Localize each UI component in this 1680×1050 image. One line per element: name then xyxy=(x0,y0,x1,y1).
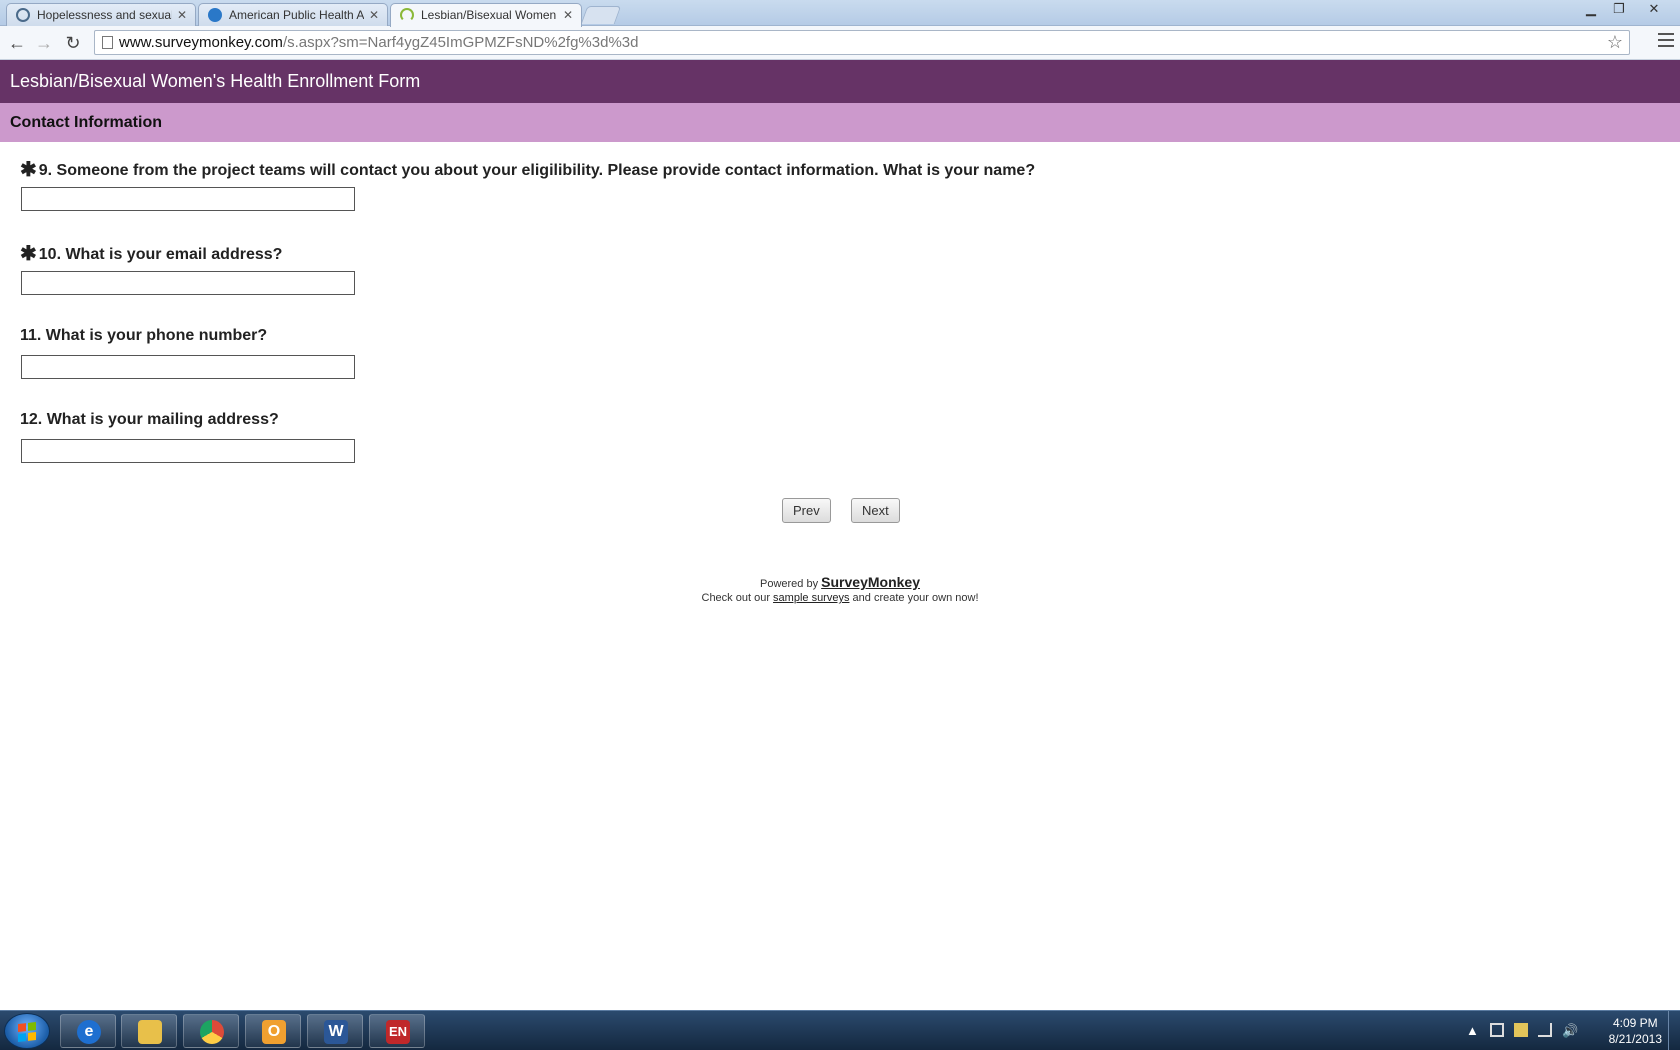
clock-time: 4:09 PM xyxy=(1612,1016,1658,1030)
footer-suffix: and create your own now! xyxy=(852,592,979,604)
site-favicon-icon xyxy=(208,8,222,22)
surveymonkey-favicon-icon xyxy=(400,8,414,22)
surveymonkey-link[interactable]: SurveyMonkey xyxy=(821,574,920,590)
question-text: 9. Someone from the project teams will c… xyxy=(38,162,1036,179)
question-text: 11. What is your phone number? xyxy=(20,327,268,344)
taskbar-outlook[interactable]: O xyxy=(245,1014,301,1048)
sample-surveys-link[interactable]: sample surveys xyxy=(773,592,849,604)
tab-lesbian-bisexual-womens[interactable]: Lesbian/Bisexual Women's ✕ xyxy=(390,3,582,27)
show-hidden-icons-icon[interactable]: ▲ xyxy=(1466,1023,1480,1038)
security-icon[interactable] xyxy=(1514,1023,1528,1037)
taskbar-word[interactable]: W xyxy=(307,1014,363,1048)
next-button[interactable]: Next xyxy=(851,498,900,523)
survey-footer: Powered by SurveyMonkey Check out our sa… xyxy=(0,574,1680,604)
chrome-menu-icon[interactable] xyxy=(1658,33,1674,53)
new-tab-button[interactable] xyxy=(580,6,622,24)
word-icon: W xyxy=(324,1020,348,1044)
volume-icon[interactable]: 🔊 xyxy=(1562,1023,1578,1038)
tab-label: Lesbian/Bisexual Women's xyxy=(421,8,556,22)
windows-taskbar: e O W EN ▲ 🔊 4:09 PM 8/21/2013 xyxy=(0,1010,1680,1050)
endnote-icon: EN xyxy=(386,1020,410,1044)
windows-logo-icon xyxy=(18,1022,36,1042)
network-signal-icon[interactable] xyxy=(1538,1023,1552,1037)
back-arrow-icon[interactable]: ← xyxy=(6,32,28,54)
question-9-label: ✱ 9. Someone from the project teams will … xyxy=(20,156,1035,181)
url-path: /s.aspx?sm=Narf4ygZ45ImGPMZFsND%2fg%3d%3… xyxy=(282,34,639,51)
question-text: 10. What is your email address? xyxy=(38,246,283,263)
tab-hopelessness[interactable]: Hopelessness and sexual r ✕ xyxy=(6,3,196,26)
name-input[interactable] xyxy=(21,187,355,211)
system-tray: ▲ 🔊 xyxy=(1466,1023,1578,1038)
footer-prefix: Check out our xyxy=(701,592,770,604)
powered-by-text: Powered by xyxy=(760,578,819,590)
clock-date: 8/21/2013 xyxy=(1608,1032,1662,1046)
question-text: 12. What is your mailing address? xyxy=(20,411,279,428)
taskbar-file-explorer[interactable] xyxy=(121,1014,177,1048)
chrome-icon xyxy=(200,1020,224,1044)
survey-title: Lesbian/Bisexual Women's Health Enrollme… xyxy=(0,60,1680,103)
phone-input[interactable] xyxy=(21,355,355,379)
page-icon xyxy=(102,36,113,49)
required-asterisk-icon: ✱ xyxy=(20,159,37,181)
internet-explorer-icon: e xyxy=(77,1020,101,1044)
start-button[interactable] xyxy=(4,1013,50,1049)
site-favicon-icon xyxy=(16,8,30,22)
question-10-label: ✱ 10. What is your email address? xyxy=(20,240,282,265)
minimize-icon[interactable]: ▁ xyxy=(1578,0,1604,18)
forward-arrow-icon[interactable]: → xyxy=(33,32,55,54)
section-title: Contact Information xyxy=(0,103,1680,142)
bookmark-star-icon[interactable]: ☆ xyxy=(1607,31,1623,54)
taskbar-endnote[interactable]: EN xyxy=(369,1014,425,1048)
browser-titlebar: Hopelessness and sexual r ✕ American Pub… xyxy=(0,0,1680,27)
show-desktop-button[interactable] xyxy=(1668,1011,1680,1050)
device-icon[interactable] xyxy=(1490,1023,1504,1037)
email-input[interactable] xyxy=(21,271,355,295)
tab-close-icon[interactable]: ✕ xyxy=(177,4,187,26)
tab-label: American Public Health A xyxy=(229,8,364,22)
tab-close-icon[interactable]: ✕ xyxy=(563,4,573,26)
outlook-icon: O xyxy=(262,1020,286,1044)
folder-icon xyxy=(138,1020,162,1044)
mailing-address-input[interactable] xyxy=(21,439,355,463)
taskbar-clock[interactable]: 4:09 PM 8/21/2013 xyxy=(1609,1015,1662,1047)
close-window-icon[interactable]: ✕ xyxy=(1634,0,1674,18)
tab-close-icon[interactable]: ✕ xyxy=(369,4,379,26)
prev-button[interactable]: Prev xyxy=(782,498,831,523)
browser-toolbar: ← → ↻ www.surveymonkey.com/s.aspx?sm=Nar… xyxy=(0,26,1680,60)
url-host: www.surveymonkey.com xyxy=(119,34,283,51)
address-bar[interactable]: www.surveymonkey.com/s.aspx?sm=Narf4ygZ4… xyxy=(94,30,1630,55)
question-11-label: 11. What is your phone number? xyxy=(20,327,267,345)
required-asterisk-icon: ✱ xyxy=(20,243,37,265)
window-controls: ▁ ❐ ✕ xyxy=(1578,0,1674,18)
taskbar-chrome[interactable] xyxy=(183,1014,239,1048)
tab-label: Hopelessness and sexual r xyxy=(37,8,172,22)
tab-american-public-health[interactable]: American Public Health A ✕ xyxy=(198,3,388,26)
taskbar-internet-explorer[interactable]: e xyxy=(60,1014,116,1048)
restore-icon[interactable]: ❐ xyxy=(1606,0,1632,18)
question-12-label: 12. What is your mailing address? xyxy=(20,411,279,429)
reload-icon[interactable]: ↻ xyxy=(62,32,84,54)
